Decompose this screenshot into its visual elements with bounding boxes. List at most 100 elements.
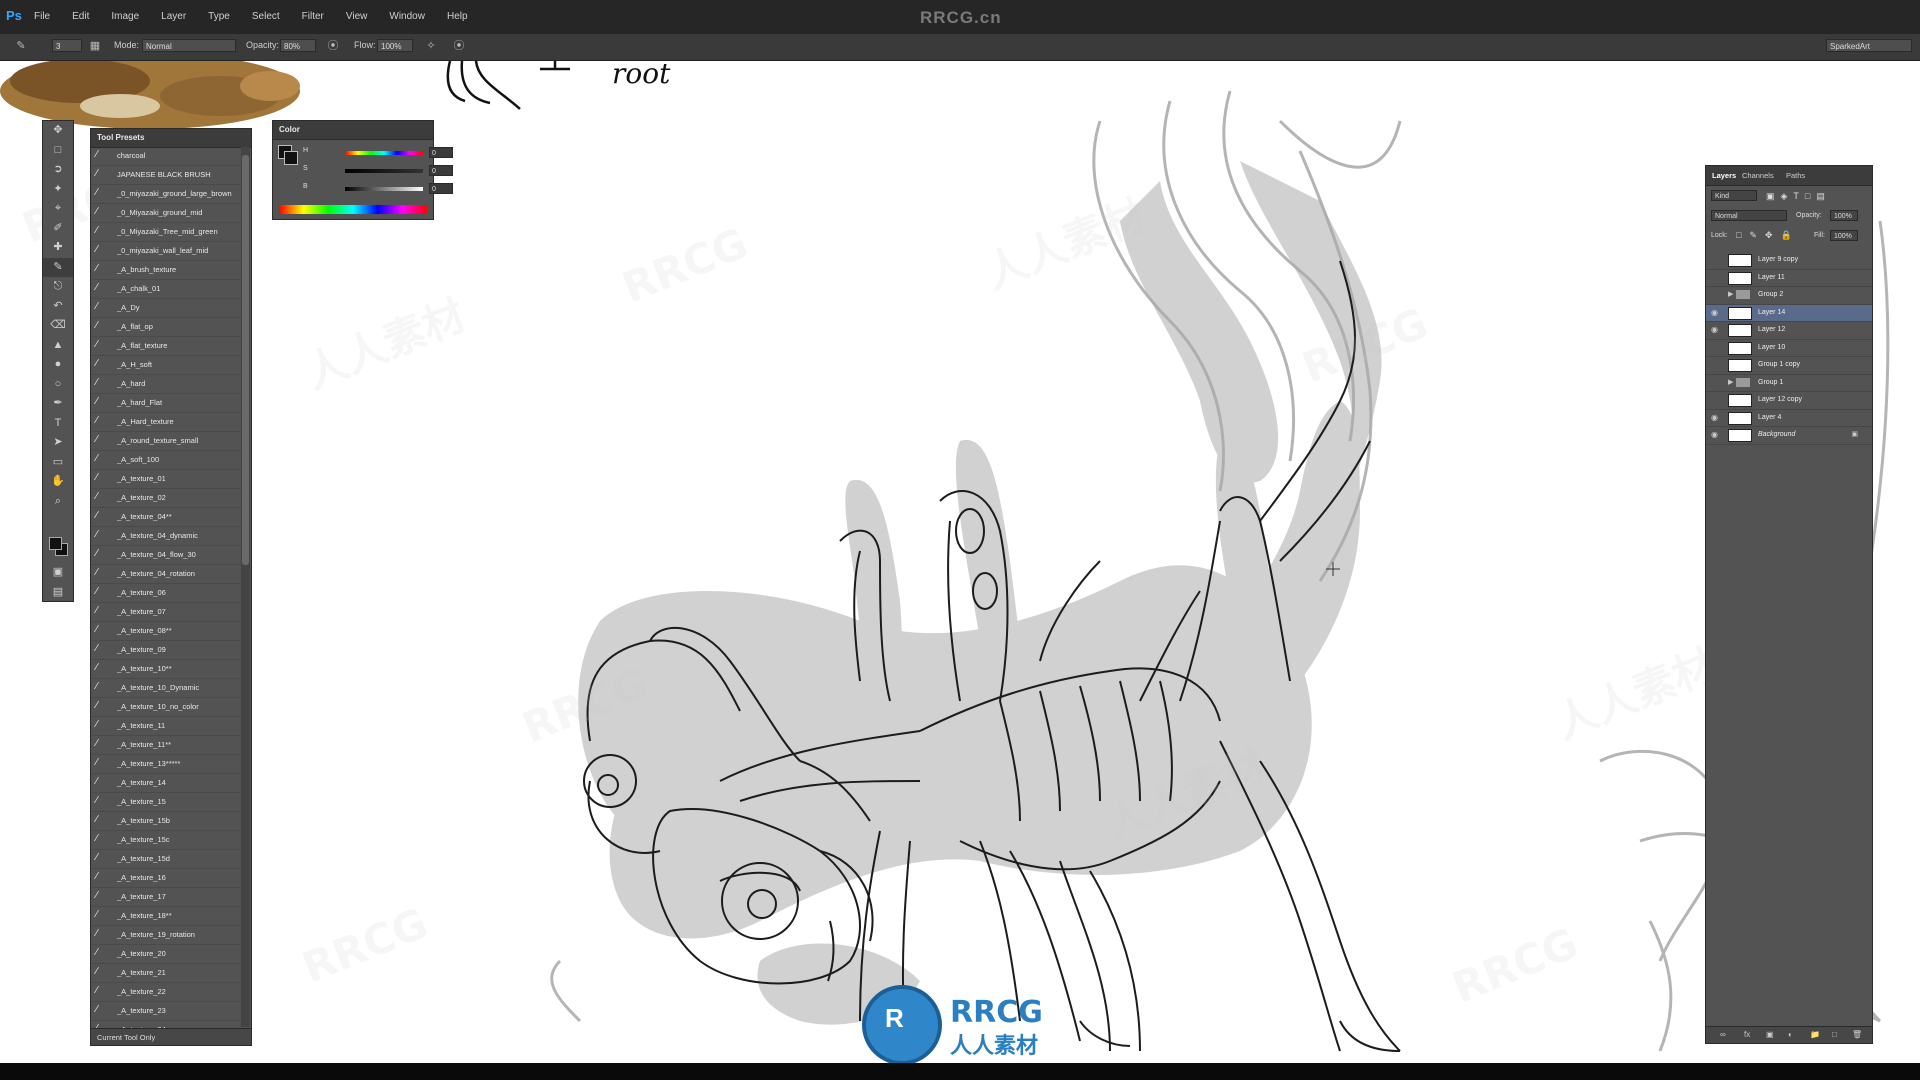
stamp-tool-icon[interactable]: ⎋ [43, 277, 73, 297]
tool-preset-item[interactable]: ∕ _A_brush_texture [91, 261, 241, 280]
layer-filter-icons[interactable]: ▣◈T□▤ [1766, 191, 1831, 202]
tool-preset-item[interactable]: ∕ _A_flat_texture [91, 337, 241, 356]
layer-style-icon[interactable]: fx [1744, 1030, 1750, 1039]
healing-tool-icon[interactable]: ✚ [43, 238, 73, 258]
brightness-input[interactable]: 0 [429, 183, 453, 194]
color-spectrum[interactable] [279, 205, 427, 214]
link-layers-icon[interactable]: ∞ [1720, 1030, 1726, 1039]
tool-preset-item[interactable]: ∕ _A_texture_09 [91, 641, 241, 660]
layer-row[interactable]: Layer 12 copy [1706, 392, 1872, 410]
tool-preset-item[interactable]: ∕ charcoal [91, 147, 241, 166]
new-group-icon[interactable]: 📁 [1810, 1030, 1820, 1039]
brightness-slider[interactable] [345, 187, 423, 191]
tool-presets-scroll-thumb[interactable] [242, 155, 249, 565]
layer-row[interactable]: ◉ Background ▣ [1706, 427, 1872, 445]
menu-type[interactable]: Type [208, 11, 230, 22]
tool-preset-item[interactable]: ∕ JAPANESE BLACK BRUSH [91, 166, 241, 185]
brush-tool-icon[interactable]: ✎ [14, 39, 28, 53]
tool-preset-item[interactable]: ∕ _A_texture_15c [91, 831, 241, 850]
lasso-tool-icon[interactable]: ➲ [43, 160, 73, 180]
opacity-input[interactable]: 80% [280, 39, 316, 52]
visibility-eye-icon[interactable]: ◉ [1711, 413, 1721, 422]
eraser-tool-icon[interactable]: ⌫ [43, 316, 73, 336]
fill-input[interactable]: 100% [1830, 230, 1858, 241]
layer-row[interactable]: ◉ Layer 12 [1706, 322, 1872, 340]
screen-mode-icon[interactable]: ▤ [43, 583, 73, 603]
tool-preset-item[interactable]: ∕ _A_texture_10** [91, 660, 241, 679]
color-bg-swatch[interactable] [284, 151, 298, 165]
tool-preset-item[interactable]: ∕ _A_texture_18** [91, 907, 241, 926]
tool-preset-item[interactable]: ∕ _A_texture_04_rotation [91, 565, 241, 584]
pressure-opacity-icon[interactable]: ⦿ [326, 39, 340, 53]
hue-slider[interactable] [345, 151, 423, 155]
tool-preset-item[interactable]: ∕ _A_texture_01 [91, 470, 241, 489]
tool-preset-item[interactable]: ∕ _A_texture_06 [91, 584, 241, 603]
current-tool-only-checkbox[interactable]: Current Tool Only [97, 1033, 155, 1042]
zoom-tool-icon[interactable]: ⌕ [43, 492, 73, 512]
color-tab[interactable]: Color [279, 125, 300, 134]
lock-icons[interactable]: □✎✥🔒 [1736, 230, 1800, 241]
layer-row[interactable]: ◉ Layer 4 [1706, 410, 1872, 427]
tool-preset-item[interactable]: ∕ _A_soft_100 [91, 451, 241, 470]
tool-preset-item[interactable]: ∕ _0_Miyazaki_ground_mid [91, 204, 241, 223]
history-brush-tool-icon[interactable]: ↶ [43, 297, 73, 317]
tool-preset-item[interactable]: ∕ _A_flat_op [91, 318, 241, 337]
visibility-eye-icon[interactable]: ◉ [1711, 308, 1721, 317]
crop-tool-icon[interactable]: ⌖ [43, 199, 73, 219]
tool-preset-item[interactable]: ∕ _A_texture_04_dynamic [91, 527, 241, 546]
paint-bucket-tool-icon[interactable]: ▲ [43, 336, 73, 356]
menu-window[interactable]: Window [389, 11, 425, 22]
new-layer-icon[interactable]: □ [1832, 1030, 1837, 1039]
tool-preset-item[interactable]: ∕ _A_texture_04_flow_30 [91, 546, 241, 565]
quick-select-tool-icon[interactable]: ✦ [43, 180, 73, 200]
shape-tool-icon[interactable]: ▭ [43, 453, 73, 473]
dodge-tool-icon[interactable]: ○ [43, 375, 73, 395]
layer-row[interactable]: ▶ Group 1 [1706, 375, 1872, 392]
move-tool-icon[interactable]: ✥ [43, 121, 73, 141]
visibility-eye-icon[interactable]: ◉ [1711, 430, 1721, 439]
tool-presets-tab[interactable]: Tool Presets [97, 133, 144, 142]
layer-mask-icon[interactable]: ▣ [1766, 1030, 1774, 1039]
tool-preset-item[interactable]: ∕ _A_texture_11 [91, 717, 241, 736]
saturation-input[interactable]: 0 [429, 165, 453, 176]
tool-preset-item[interactable]: ∕ _A_texture_10_Dynamic [91, 679, 241, 698]
tool-preset-item[interactable]: ∕ _A_texture_22 [91, 983, 241, 1002]
layer-kind-filter[interactable]: Kind [1711, 190, 1757, 201]
tab-layers[interactable]: Layers [1712, 171, 1736, 180]
tool-preset-item[interactable]: ∕ _A_H_soft [91, 356, 241, 375]
layer-row[interactable]: ◉ Layer 14 [1706, 304, 1872, 322]
layer-row[interactable]: ▶ Group 2 [1706, 287, 1872, 305]
menu-layer[interactable]: Layer [161, 11, 186, 22]
tool-preset-item[interactable]: ∕ _A_hard_Flat [91, 394, 241, 413]
menu-help[interactable]: Help [447, 11, 468, 22]
menu-file[interactable]: File [34, 11, 50, 22]
hand-tool-icon[interactable]: ✋ [43, 472, 73, 492]
mode-select[interactable]: Normal [142, 39, 236, 52]
layer-row[interactable]: Layer 10 [1706, 340, 1872, 357]
delete-layer-icon[interactable]: 🗑 [1852, 1030, 1862, 1039]
tool-preset-item[interactable]: ∕ _A_texture_21 [91, 964, 241, 983]
menu-image[interactable]: Image [111, 11, 139, 22]
hue-input[interactable]: 0 [429, 147, 453, 158]
tool-preset-item[interactable]: ∕ _A_texture_16 [91, 869, 241, 888]
saturation-slider[interactable] [345, 169, 423, 173]
group-expand-icon[interactable]: ▶ [1728, 290, 1733, 298]
menu-edit[interactable]: Edit [72, 11, 89, 22]
tool-preset-item[interactable]: ∕ _0_miyazaki_ground_large_brown [91, 185, 241, 204]
pressure-size-icon[interactable]: ⦿ [452, 39, 466, 53]
group-expand-icon[interactable]: ▶ [1728, 378, 1733, 386]
tool-preset-item[interactable]: ∕ _A_texture_14 [91, 774, 241, 793]
tool-preset-item[interactable]: ∕ _A_texture_20 [91, 945, 241, 964]
tool-preset-item[interactable]: ∕ _A_texture_17 [91, 888, 241, 907]
tool-preset-item[interactable]: ∕ _A_texture_23 [91, 1002, 241, 1021]
menu-view[interactable]: View [346, 11, 368, 22]
workspace-select[interactable]: SparkedArt [1826, 39, 1912, 52]
adjustment-layer-icon[interactable]: ◐ [1788, 1030, 1793, 1039]
marquee-tool-icon[interactable]: □ [43, 141, 73, 161]
eyedropper-tool-icon[interactable]: ✐ [43, 219, 73, 239]
tool-preset-item[interactable]: ∕ _A_texture_07 [91, 603, 241, 622]
blend-mode-select[interactable]: Normal [1711, 210, 1787, 221]
foreground-color-swatch[interactable] [49, 537, 62, 550]
flow-input[interactable]: 100% [377, 39, 413, 52]
layer-opacity-input[interactable]: 100% [1830, 210, 1858, 221]
